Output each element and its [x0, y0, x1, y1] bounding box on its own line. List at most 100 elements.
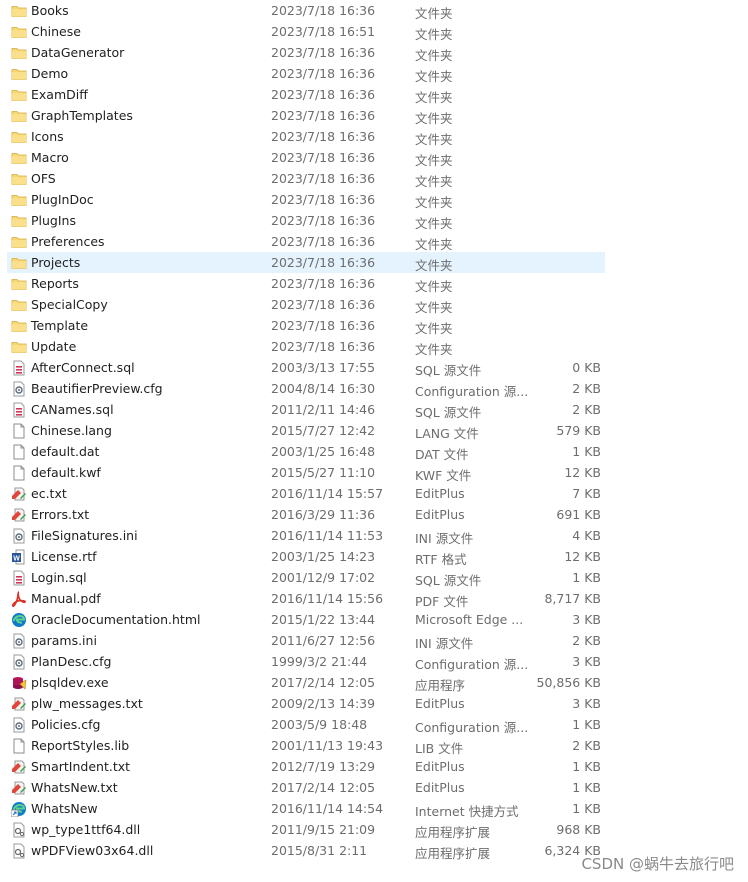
folder-row[interactable]: Template 2023/7/18 16:36 文件夹 — [7, 315, 605, 336]
blank-file-icon — [11, 423, 27, 439]
folder-row[interactable]: Macro 2023/7/18 16:36 文件夹 — [7, 147, 605, 168]
folder-row[interactable]: Reports 2023/7/18 16:36 文件夹 — [7, 273, 605, 294]
file-size: 1 KB — [572, 444, 601, 459]
file-type: 文件夹 — [415, 27, 453, 42]
file-row[interactable]: FileSignatures.ini 2016/11/14 11:53 INI 源文… — [7, 525, 605, 546]
file-name: Manual.pdf — [31, 591, 101, 606]
file-row[interactable]: wPDFView03x64.dll 2015/8/31 2:11 应用程序扩展 6,3… — [7, 840, 605, 861]
folder-row[interactable]: Icons 2023/7/18 16:36 文件夹 — [7, 126, 605, 147]
folder-icon — [11, 108, 27, 124]
file-row[interactable]: Chinese.lang 2015/7/27 12:42 LANG 文件 579 KB — [7, 420, 605, 441]
file-row[interactable]: Login.sql 2001/12/9 17:02 SQL 源文件 1 KB — [7, 567, 605, 588]
file-type: 文件夹 — [415, 279, 453, 294]
file-name: wp_type1ttf64.dll — [31, 822, 141, 837]
edge-icon — [11, 612, 27, 628]
folder-row[interactable]: Projects 2023/7/18 16:36 文件夹 — [7, 252, 605, 273]
folder-row[interactable]: SpecialCopy 2023/7/18 16:36 文件夹 — [7, 294, 605, 315]
file-row[interactable]: plsqldev.exe 2017/2/14 12:05 应用程序 50,856 KB — [7, 672, 605, 693]
folder-icon — [11, 276, 27, 292]
file-date-modified: 2016/3/29 11:36 — [271, 507, 376, 522]
editplus-icon — [11, 696, 27, 712]
file-type: 应用程序扩展 — [415, 825, 491, 840]
folder-row[interactable]: PlugInDoc 2023/7/18 16:36 文件夹 — [7, 189, 605, 210]
file-type: SQL 源文件 — [415, 405, 482, 420]
file-date-modified: 2015/5/27 11:10 — [271, 465, 376, 480]
folder-row[interactable]: Update 2023/7/18 16:36 文件夹 — [7, 336, 605, 357]
folder-row[interactable]: Chinese 2023/7/18 16:51 文件夹 — [7, 21, 605, 42]
file-date-modified: 2023/7/18 16:36 — [271, 87, 376, 102]
file-date-modified: 2023/7/18 16:36 — [271, 45, 376, 60]
file-type: PDF 文件 — [415, 594, 469, 609]
file-name: SpecialCopy — [31, 297, 108, 312]
file-row[interactable]: ReportStyles.lib 2001/11/13 19:43 LIB 文件 2 … — [7, 735, 605, 756]
file-type: 应用程序 — [415, 678, 466, 693]
file-row[interactable]: params.ini 2011/6/27 12:56 INI 源文件 2 KB — [7, 630, 605, 651]
file-row[interactable]: ec.txt 2016/11/14 15:57 EditPlus 7 KB — [7, 483, 605, 504]
folder-row[interactable]: DataGenerator 2023/7/18 16:36 文件夹 — [7, 42, 605, 63]
folder-row[interactable]: GraphTemplates 2023/7/18 16:36 文件夹 — [7, 105, 605, 126]
file-row[interactable]: WhatsNew 2016/11/14 14:54 Internet 快捷方式 1 K… — [7, 798, 605, 819]
file-row[interactable]: Errors.txt 2016/3/29 11:36 EditPlus 691 KB — [7, 504, 605, 525]
file-date-modified: 2023/7/18 16:36 — [271, 150, 376, 165]
file-type: 应用程序扩展 — [415, 846, 491, 861]
file-name: Errors.txt — [31, 507, 90, 522]
file-row[interactable]: AfterConnect.sql 2003/3/13 17:55 SQL 源文件 0 … — [7, 357, 605, 378]
file-row[interactable]: W License.rtf 2003/1/25 14:23 RTF 格式 12 KB — [7, 546, 605, 567]
file-date-modified: 2023/7/18 16:51 — [271, 24, 376, 39]
file-name: Login.sql — [31, 570, 87, 585]
file-name: Update — [31, 339, 77, 354]
file-date-modified: 1999/3/2 21:44 — [271, 654, 368, 669]
file-size: 968 KB — [556, 822, 601, 837]
file-row[interactable]: default.dat 2003/1/25 16:48 DAT 文件 1 KB — [7, 441, 605, 462]
edge-shortcut-icon — [10, 801, 27, 817]
folder-row[interactable]: PlugIns 2023/7/18 16:36 文件夹 — [7, 210, 605, 231]
file-name: CANames.sql — [31, 402, 114, 417]
file-row[interactable]: default.kwf 2015/5/27 11:10 KWF 文件 12 KB — [7, 462, 605, 483]
file-type: 文件夹 — [415, 153, 453, 168]
file-type: 文件夹 — [415, 111, 453, 126]
watermark: CSDN @蜗牛去旅行吧 — [581, 855, 734, 873]
file-name: Macro — [31, 150, 69, 165]
file-type: Configuration 源... — [415, 384, 529, 399]
file-name: ReportStyles.lib — [31, 738, 130, 753]
file-date-modified: 2015/8/31 2:11 — [271, 843, 368, 858]
file-type: DAT 文件 — [415, 447, 469, 462]
file-date-modified: 2023/7/18 16:36 — [271, 3, 376, 18]
folder-row[interactable]: Preferences 2023/7/18 16:36 文件夹 — [7, 231, 605, 252]
file-type: 文件夹 — [415, 195, 453, 210]
folder-row[interactable]: ExamDiff 2023/7/18 16:36 文件夹 — [7, 84, 605, 105]
file-row[interactable]: PlanDesc.cfg 1999/3/2 21:44 Configuration … — [7, 651, 605, 672]
folder-icon — [11, 24, 27, 40]
folder-icon — [11, 318, 27, 334]
file-name: Template — [31, 318, 89, 333]
file-row[interactable]: CANames.sql 2011/2/11 14:46 SQL 源文件 2 KB — [7, 399, 605, 420]
folder-icon — [11, 66, 27, 82]
file-date-modified: 2011/6/27 12:56 — [271, 633, 376, 648]
file-type: Microsoft Edge ... — [415, 612, 524, 627]
file-row[interactable]: plw_messages.txt 2009/2/13 14:39 EditPlus 3… — [7, 693, 605, 714]
file-date-modified: 2023/7/18 16:36 — [271, 297, 376, 312]
file-name: default.kwf — [31, 465, 101, 480]
folder-row[interactable]: OFS 2023/7/18 16:36 文件夹 — [7, 168, 605, 189]
file-type: KWF 文件 — [415, 468, 472, 483]
file-type: EditPlus — [415, 759, 465, 774]
file-size: 1 KB — [572, 717, 601, 732]
file-type: SQL 源文件 — [415, 573, 482, 588]
file-type: LIB 文件 — [415, 741, 464, 756]
file-date-modified: 2017/2/14 12:05 — [271, 675, 376, 690]
file-row[interactable]: OracleDocumentation.html 2015/1/22 13:44 M… — [7, 609, 605, 630]
file-row[interactable]: WhatsNew.txt 2017/2/14 12:05 EditPlus 1 KB — [7, 777, 605, 798]
file-size: 2 KB — [572, 633, 601, 648]
file-type: Internet 快捷方式 — [415, 804, 519, 819]
file-row[interactable]: Policies.cfg 2003/5/9 18:48 Configuration … — [7, 714, 605, 735]
file-size: 7 KB — [572, 486, 601, 501]
file-row[interactable]: Manual.pdf 2016/11/14 15:56 PDF 文件 8,717 KB — [7, 588, 605, 609]
folder-icon — [11, 297, 27, 313]
folder-row[interactable]: Books 2023/7/18 16:36 文件夹 — [7, 0, 605, 21]
file-row[interactable]: SmartIndent.txt 2012/7/19 13:29 EditPlus 1 … — [7, 756, 605, 777]
file-row[interactable]: BeautifierPreview.cfg 2004/8/14 16:30 Conf… — [7, 378, 605, 399]
folder-row[interactable]: Demo 2023/7/18 16:36 文件夹 — [7, 63, 605, 84]
file-row[interactable]: wp_type1ttf64.dll 2011/9/15 21:09 应用程序扩展 96… — [7, 819, 605, 840]
file-size: 12 KB — [564, 549, 601, 564]
sql-file-icon — [11, 570, 27, 586]
